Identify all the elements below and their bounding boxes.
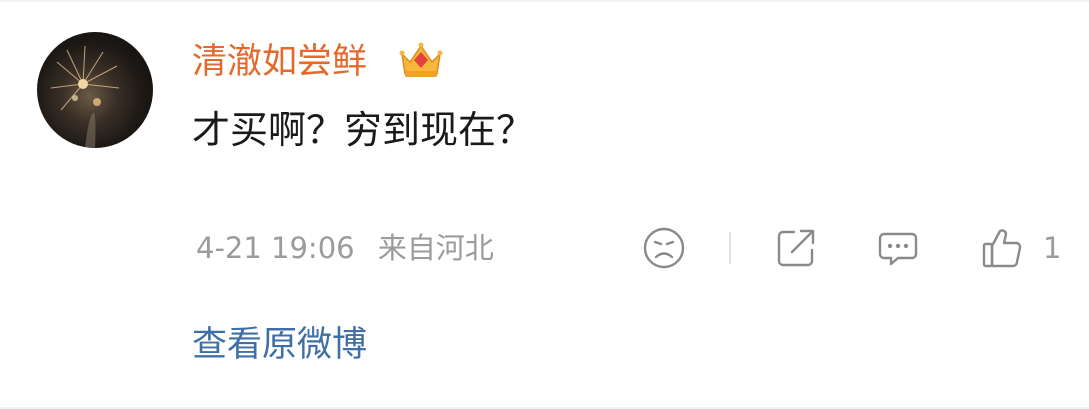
like-icon[interactable] bbox=[980, 226, 1024, 270]
comment-time: 4-21 19:06 bbox=[196, 231, 355, 265]
avatar[interactable] bbox=[37, 32, 153, 148]
comment-text: 才买啊？穷到现在？ bbox=[192, 108, 535, 152]
comment-meta: 4-21 19:06 来自河北 bbox=[196, 228, 494, 268]
comment-location: 来自河北 bbox=[377, 231, 494, 265]
view-original-link[interactable]: 查看原微博 bbox=[192, 322, 367, 368]
share-icon[interactable] bbox=[774, 226, 818, 270]
reply-icon[interactable] bbox=[876, 226, 920, 270]
top-divider bbox=[0, 0, 1089, 2]
dislike-face-icon[interactable] bbox=[642, 226, 686, 270]
action-divider bbox=[729, 232, 731, 264]
crown-vip-icon bbox=[399, 42, 443, 77]
username[interactable]: 清澈如尝鲜 bbox=[192, 40, 367, 84]
like-count: 1 bbox=[1043, 231, 1062, 265]
